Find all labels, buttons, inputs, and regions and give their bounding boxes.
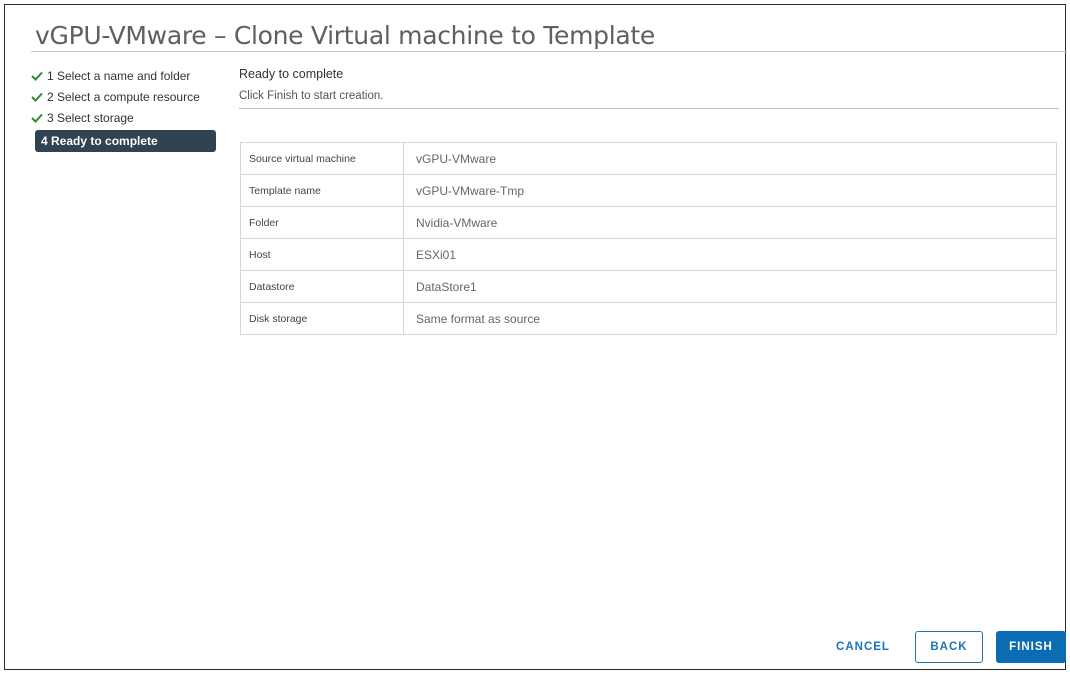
summary-value: vGPU-VMware-Tmp [403, 174, 1057, 207]
back-button[interactable]: BACK [915, 631, 983, 663]
table-row: Source virtual machine vGPU-VMware [240, 142, 1057, 175]
step-select-name-folder[interactable]: 1 Select a name and folder [27, 65, 227, 86]
summary-key: Disk storage [240, 302, 404, 335]
table-row: Template name vGPU-VMware-Tmp [240, 174, 1057, 207]
header-divider [239, 108, 1059, 109]
page-header: Ready to complete Click Finish to start … [239, 67, 1059, 102]
summary-value: DataStore1 [403, 270, 1057, 303]
wizard-dialog: vGPU-VMware – Clone Virtual machine to T… [4, 4, 1067, 670]
step-ready-to-complete[interactable]: 4 Ready to complete [35, 130, 216, 152]
wizard-steps: 1 Select a name and folder 2 Select a co… [27, 65, 227, 152]
summary-key: Host [240, 238, 404, 271]
page-subheading: Click Finish to start creation. [239, 90, 384, 102]
table-row: Datastore DataStore1 [240, 270, 1057, 303]
summary-key: Source virtual machine [240, 142, 404, 175]
step-select-compute-resource[interactable]: 2 Select a compute resource [27, 86, 227, 107]
summary-key: Template name [240, 174, 404, 207]
table-row: Folder Nvidia-VMware [240, 206, 1057, 239]
summary-key: Folder [240, 206, 404, 239]
check-icon [31, 113, 47, 123]
check-icon [31, 71, 47, 81]
step-label: 4 Ready to complete [41, 134, 158, 148]
table-row: Disk storage Same format as source [240, 302, 1057, 335]
step-select-storage[interactable]: 3 Select storage [27, 107, 227, 128]
finish-button[interactable]: FINISH [996, 631, 1066, 663]
summary-value: Nvidia-VMware [403, 206, 1057, 239]
dialog-title: vGPU-VMware – Clone Virtual machine to T… [35, 21, 655, 50]
summary-table: Source virtual machine vGPU-VMware Templ… [240, 142, 1057, 335]
page-heading: Ready to complete [239, 67, 344, 81]
summary-key: Datastore [240, 270, 404, 303]
title-divider [31, 51, 1067, 52]
table-row: Host ESXi01 [240, 238, 1057, 271]
step-label: 1 Select a name and folder [47, 68, 191, 83]
cancel-button[interactable]: CANCEL [826, 631, 900, 663]
step-label: 2 Select a compute resource [47, 89, 200, 104]
step-label: 3 Select storage [47, 110, 134, 125]
summary-value: ESXi01 [403, 238, 1057, 271]
check-icon [31, 92, 47, 102]
summary-value: vGPU-VMware [403, 142, 1057, 175]
summary-value: Same format as source [403, 302, 1057, 335]
